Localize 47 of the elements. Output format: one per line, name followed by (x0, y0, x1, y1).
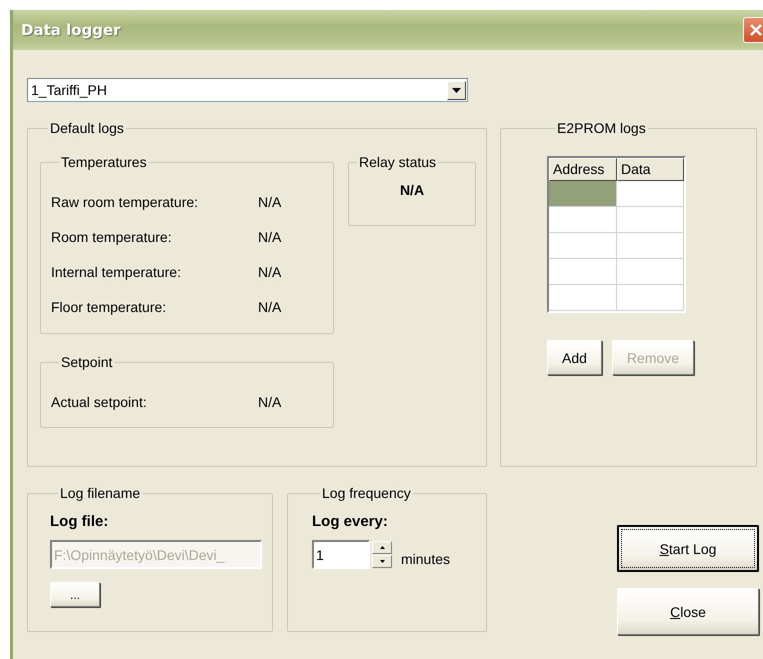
close-button[interactable] (743, 17, 763, 43)
field-label: Internal temperature: (51, 264, 182, 280)
table-cell[interactable] (549, 233, 617, 259)
field-value: N/A (258, 264, 282, 280)
number-field[interactable]: 1 (312, 540, 370, 569)
profile-dropdown[interactable]: 1_Tariffi_PH (27, 78, 468, 102)
field-value: N/A (258, 228, 282, 244)
field-value: N/A (258, 194, 282, 210)
field-label: Room temperature: (51, 228, 173, 244)
action-button[interactable]: Add (547, 340, 602, 375)
field-label: Floor temperature: (51, 298, 168, 314)
down-arrow-icon (380, 560, 384, 563)
group-title: Setpoint (60, 354, 114, 370)
dropdown-value: 1_Tariffi_PH (30, 82, 108, 98)
table-cell[interactable] (617, 181, 684, 207)
table-cell[interactable] (549, 181, 617, 207)
table-cell[interactable] (549, 207, 617, 233)
close-icon (749, 23, 763, 37)
group-title: Temperatures (60, 154, 148, 170)
table-cell[interactable] (617, 207, 684, 233)
field-value: N/A (258, 298, 282, 314)
dropdown-arrow-button[interactable] (447, 80, 466, 100)
group-title: Default logs (49, 120, 125, 136)
column-header[interactable]: Data (617, 158, 684, 181)
table-cell[interactable] (549, 285, 617, 311)
dialog-button[interactable]: Close (617, 588, 759, 635)
field-label: Actual setpoint: (51, 394, 148, 410)
window-title: Data logger (21, 21, 121, 39)
field-label: Log file: (50, 513, 110, 530)
field-value: N/A (258, 394, 282, 410)
field-label: Raw room temperature: (51, 194, 200, 210)
spin-buttons[interactable] (372, 541, 392, 568)
table-cell[interactable] (617, 233, 684, 259)
caret-icon (452, 88, 461, 92)
dialog-button[interactable]: Start Log (617, 525, 759, 572)
group-title: Relay status (358, 154, 438, 170)
up-arrow-icon (380, 546, 384, 549)
table-cell[interactable] (617, 259, 684, 285)
column-header[interactable]: Address (549, 158, 617, 181)
relay-status-value: N/A (398, 182, 426, 198)
table-cell[interactable] (549, 259, 617, 285)
group-title: E2PROM logs (556, 120, 647, 136)
field-label: Log every: (312, 513, 389, 530)
group-title: Log filename (59, 485, 142, 501)
group-title: Log frequency (321, 485, 412, 501)
table-cell[interactable] (617, 285, 684, 311)
unit-label: minutes (401, 550, 450, 566)
